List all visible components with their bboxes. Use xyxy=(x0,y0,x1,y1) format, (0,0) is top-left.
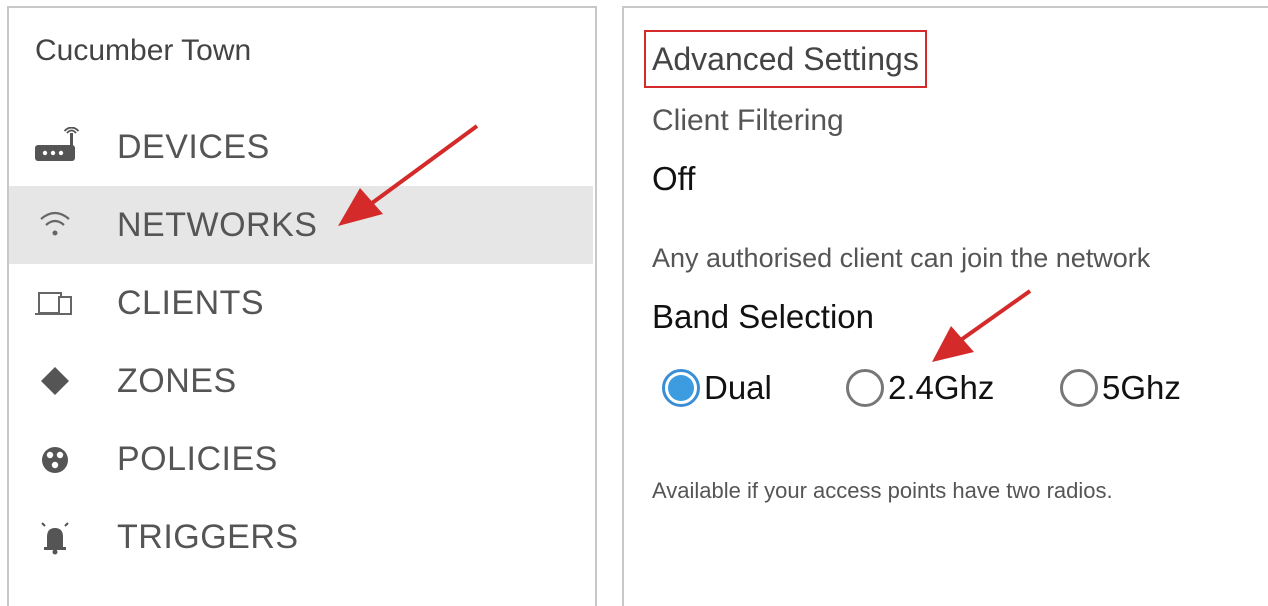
router-icon xyxy=(33,127,83,167)
sidebar: Cucumber Town DEVICES NETWORKS CLIENTS Z… xyxy=(7,6,597,606)
sidebar-item-policies[interactable]: POLICIES xyxy=(9,420,593,498)
sidebar-item-label: DEVICES xyxy=(117,127,270,166)
sidebar-item-devices[interactable]: DEVICES xyxy=(9,108,593,186)
sidebar-item-label: CLIENTS xyxy=(117,283,265,322)
radio-label: Dual xyxy=(704,369,772,406)
site-name: Cucumber Town xyxy=(35,34,252,67)
sidebar-item-triggers[interactable]: TRIGGERS xyxy=(9,498,593,576)
band-selection-radio-group: Dual 2.4Ghz 5Ghz xyxy=(662,360,1262,416)
client-filtering-label: Client Filtering xyxy=(652,104,844,137)
sidebar-item-label: TRIGGERS xyxy=(117,517,299,556)
advanced-settings-panel: Advanced Settings Client Filtering Off A… xyxy=(622,6,1268,606)
band-selection-help: Available if your access points have two… xyxy=(652,478,1113,503)
wifi-icon xyxy=(33,205,83,245)
band-selection-label: Band Selection xyxy=(652,298,874,335)
radio-dual[interactable]: Dual xyxy=(662,360,772,416)
policy-icon xyxy=(33,439,83,479)
radio-label: 5Ghz xyxy=(1102,369,1181,406)
alarm-bell-icon xyxy=(33,517,83,557)
radio-unchecked-icon xyxy=(1060,369,1098,407)
radio-checked-icon xyxy=(662,369,700,407)
client-filtering-value[interactable]: Off xyxy=(652,160,695,198)
radio-2-4ghz[interactable]: 2.4Ghz xyxy=(846,360,994,416)
client-filtering-description: Any authorised client can join the netwo… xyxy=(652,243,1151,273)
sidebar-item-clients[interactable]: CLIENTS xyxy=(9,264,593,342)
advanced-settings-title: Advanced Settings xyxy=(644,30,927,88)
diamond-icon xyxy=(33,361,83,401)
devices-icon xyxy=(33,283,83,323)
sidebar-item-zones[interactable]: ZONES xyxy=(9,342,593,420)
sidebar-item-networks[interactable]: NETWORKS xyxy=(9,186,593,264)
radio-label: 2.4Ghz xyxy=(888,369,995,406)
sidebar-item-label: NETWORKS xyxy=(117,205,318,244)
radio-unchecked-icon xyxy=(846,369,884,407)
sidebar-item-label: ZONES xyxy=(117,361,237,400)
sidebar-item-label: POLICIES xyxy=(117,439,278,478)
radio-5ghz[interactable]: 5Ghz xyxy=(1060,360,1181,416)
